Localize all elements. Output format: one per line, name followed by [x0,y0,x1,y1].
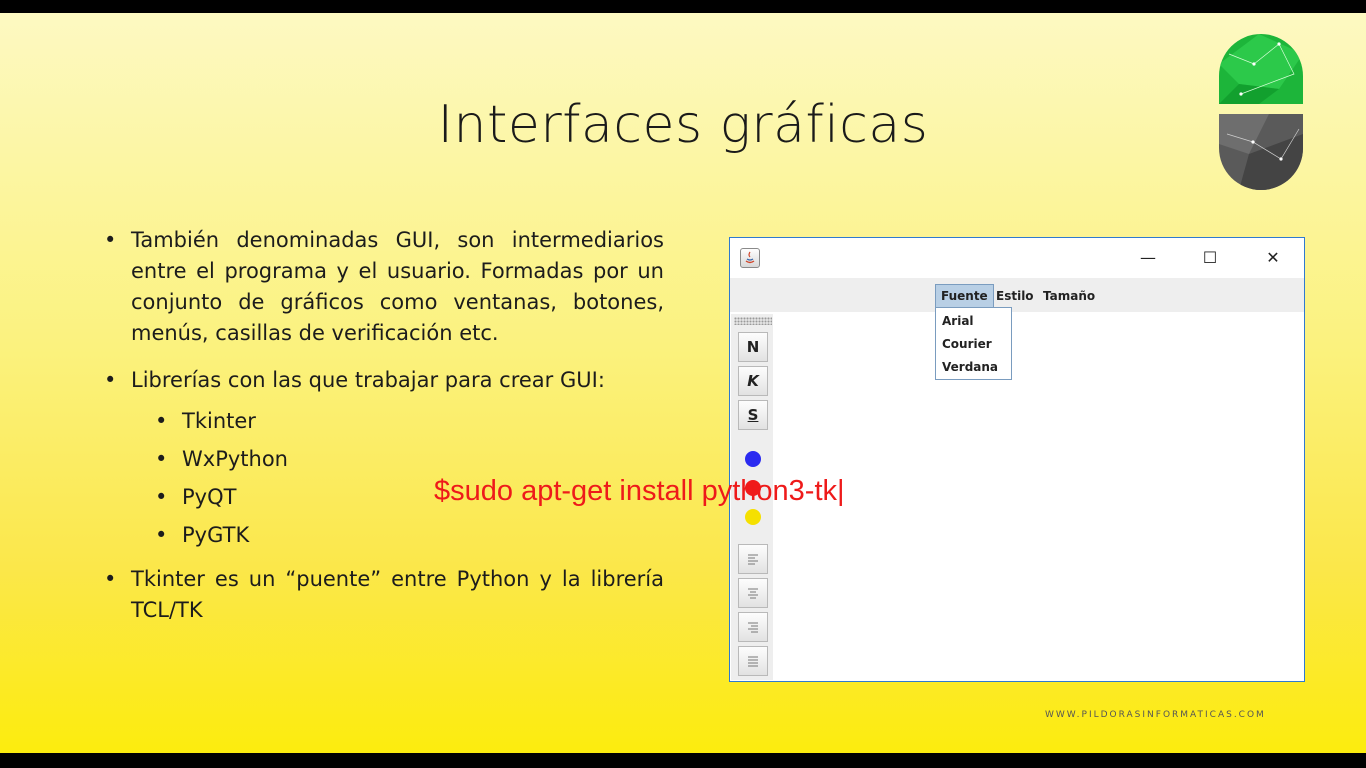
bullet-libraries-intro: Librerías con las que trabajar para crea… [104,365,664,396]
menu-bar: Fuente Estilo Tamaño [730,278,1304,312]
align-right-icon [748,622,758,633]
slide-title: Interfaces gráficas [437,95,929,155]
align-left-button[interactable] [738,544,768,574]
align-right-button[interactable] [738,612,768,642]
align-justify-icon [748,656,758,667]
align-left-icon [748,554,758,565]
text-editor-window: — ☐ ✕ Fuente Estilo Tamaño N K S Arial C… [729,237,1305,682]
slide: Interfaces gráficas También denominadas … [0,13,1366,753]
bullet-list: También denominadas GUI, son intermediar… [104,225,664,642]
logo-icon [1219,34,1303,190]
minimize-button[interactable]: — [1125,244,1171,272]
website-footer: WWW.PILDORASINFORMATICAS.COM [1045,710,1266,720]
align-center-icon [748,588,758,599]
maximize-button[interactable]: ☐ [1187,244,1233,272]
library-item: WxPython [104,440,664,478]
menu-fuente[interactable]: Fuente [935,284,994,308]
install-command-overlay: $sudo apt-get install python3-tk| [434,475,845,507]
blue-dot-icon [745,451,761,467]
library-item: PyGTK [104,516,664,554]
align-center-button[interactable] [738,578,768,608]
italic-button[interactable]: K [738,366,768,396]
library-item: Tkinter [104,402,664,440]
yellow-dot-icon [745,509,761,525]
bullet-tkinter-bridge: Tkinter es un “puente” entre Python y la… [104,564,664,626]
window-titlebar: — ☐ ✕ [730,238,1304,278]
color-blue-button[interactable] [738,444,768,474]
menu-tamano[interactable]: Tamaño [1038,284,1100,308]
close-button[interactable]: ✕ [1250,244,1296,272]
bold-button[interactable]: N [738,332,768,362]
underline-button[interactable]: S [738,400,768,430]
bullet-gui-definition: También denominadas GUI, son intermediar… [104,225,664,349]
menu-estilo[interactable]: Estilo [991,284,1039,308]
java-app-icon [740,248,760,268]
text-area[interactable] [774,312,1304,681]
toolbar-grip[interactable] [734,317,772,325]
align-justify-button[interactable] [738,646,768,676]
